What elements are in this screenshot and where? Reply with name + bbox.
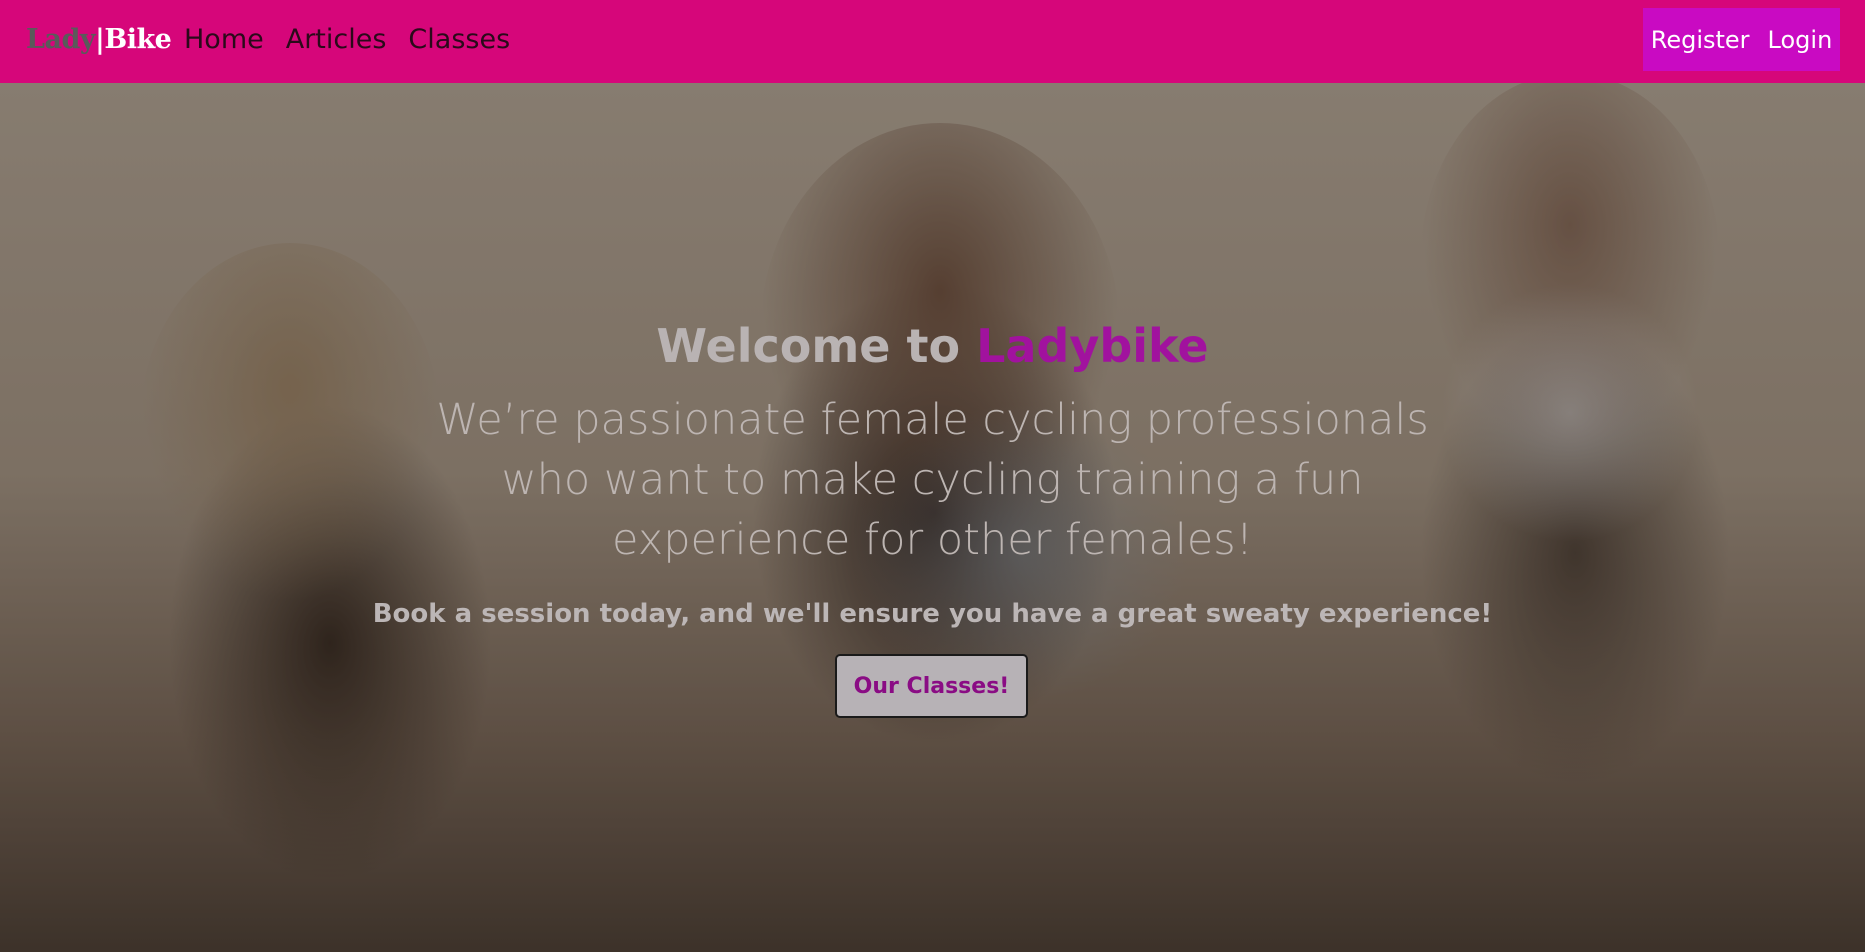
register-link[interactable]: Register — [1651, 26, 1750, 54]
nav-item-articles[interactable]: Articles — [286, 20, 387, 60]
auth-links: Register Login — [1643, 8, 1840, 71]
brand-part-lady: Lady — [26, 24, 96, 55]
hero-title: Welcome to Ladybike — [0, 318, 1865, 374]
brand-logo[interactable]: Lady|Bike — [26, 20, 172, 60]
nav-links: Home Articles Classes — [184, 20, 532, 60]
login-link[interactable]: Login — [1768, 26, 1833, 54]
brand-part-bike: Bike — [104, 24, 172, 55]
hero-title-prefix: Welcome to — [656, 319, 977, 373]
our-classes-button[interactable]: Our Classes! — [835, 654, 1028, 718]
top-navbar: Lady|Bike Home Articles Classes Register… — [0, 0, 1865, 83]
nav-item-home[interactable]: Home — [184, 20, 264, 60]
brand-separator: | — [95, 24, 105, 55]
hero-section: Welcome to Ladybike We’re passionate fem… — [0, 83, 1865, 952]
nav-item-classes[interactable]: Classes — [408, 20, 510, 60]
hero-subtitle: We’re passionate female cycling professi… — [436, 395, 1429, 565]
hero-cta-text: Book a session today, and we'll ensure y… — [372, 599, 1493, 629]
hero-title-accent: Ladybike — [976, 319, 1209, 373]
